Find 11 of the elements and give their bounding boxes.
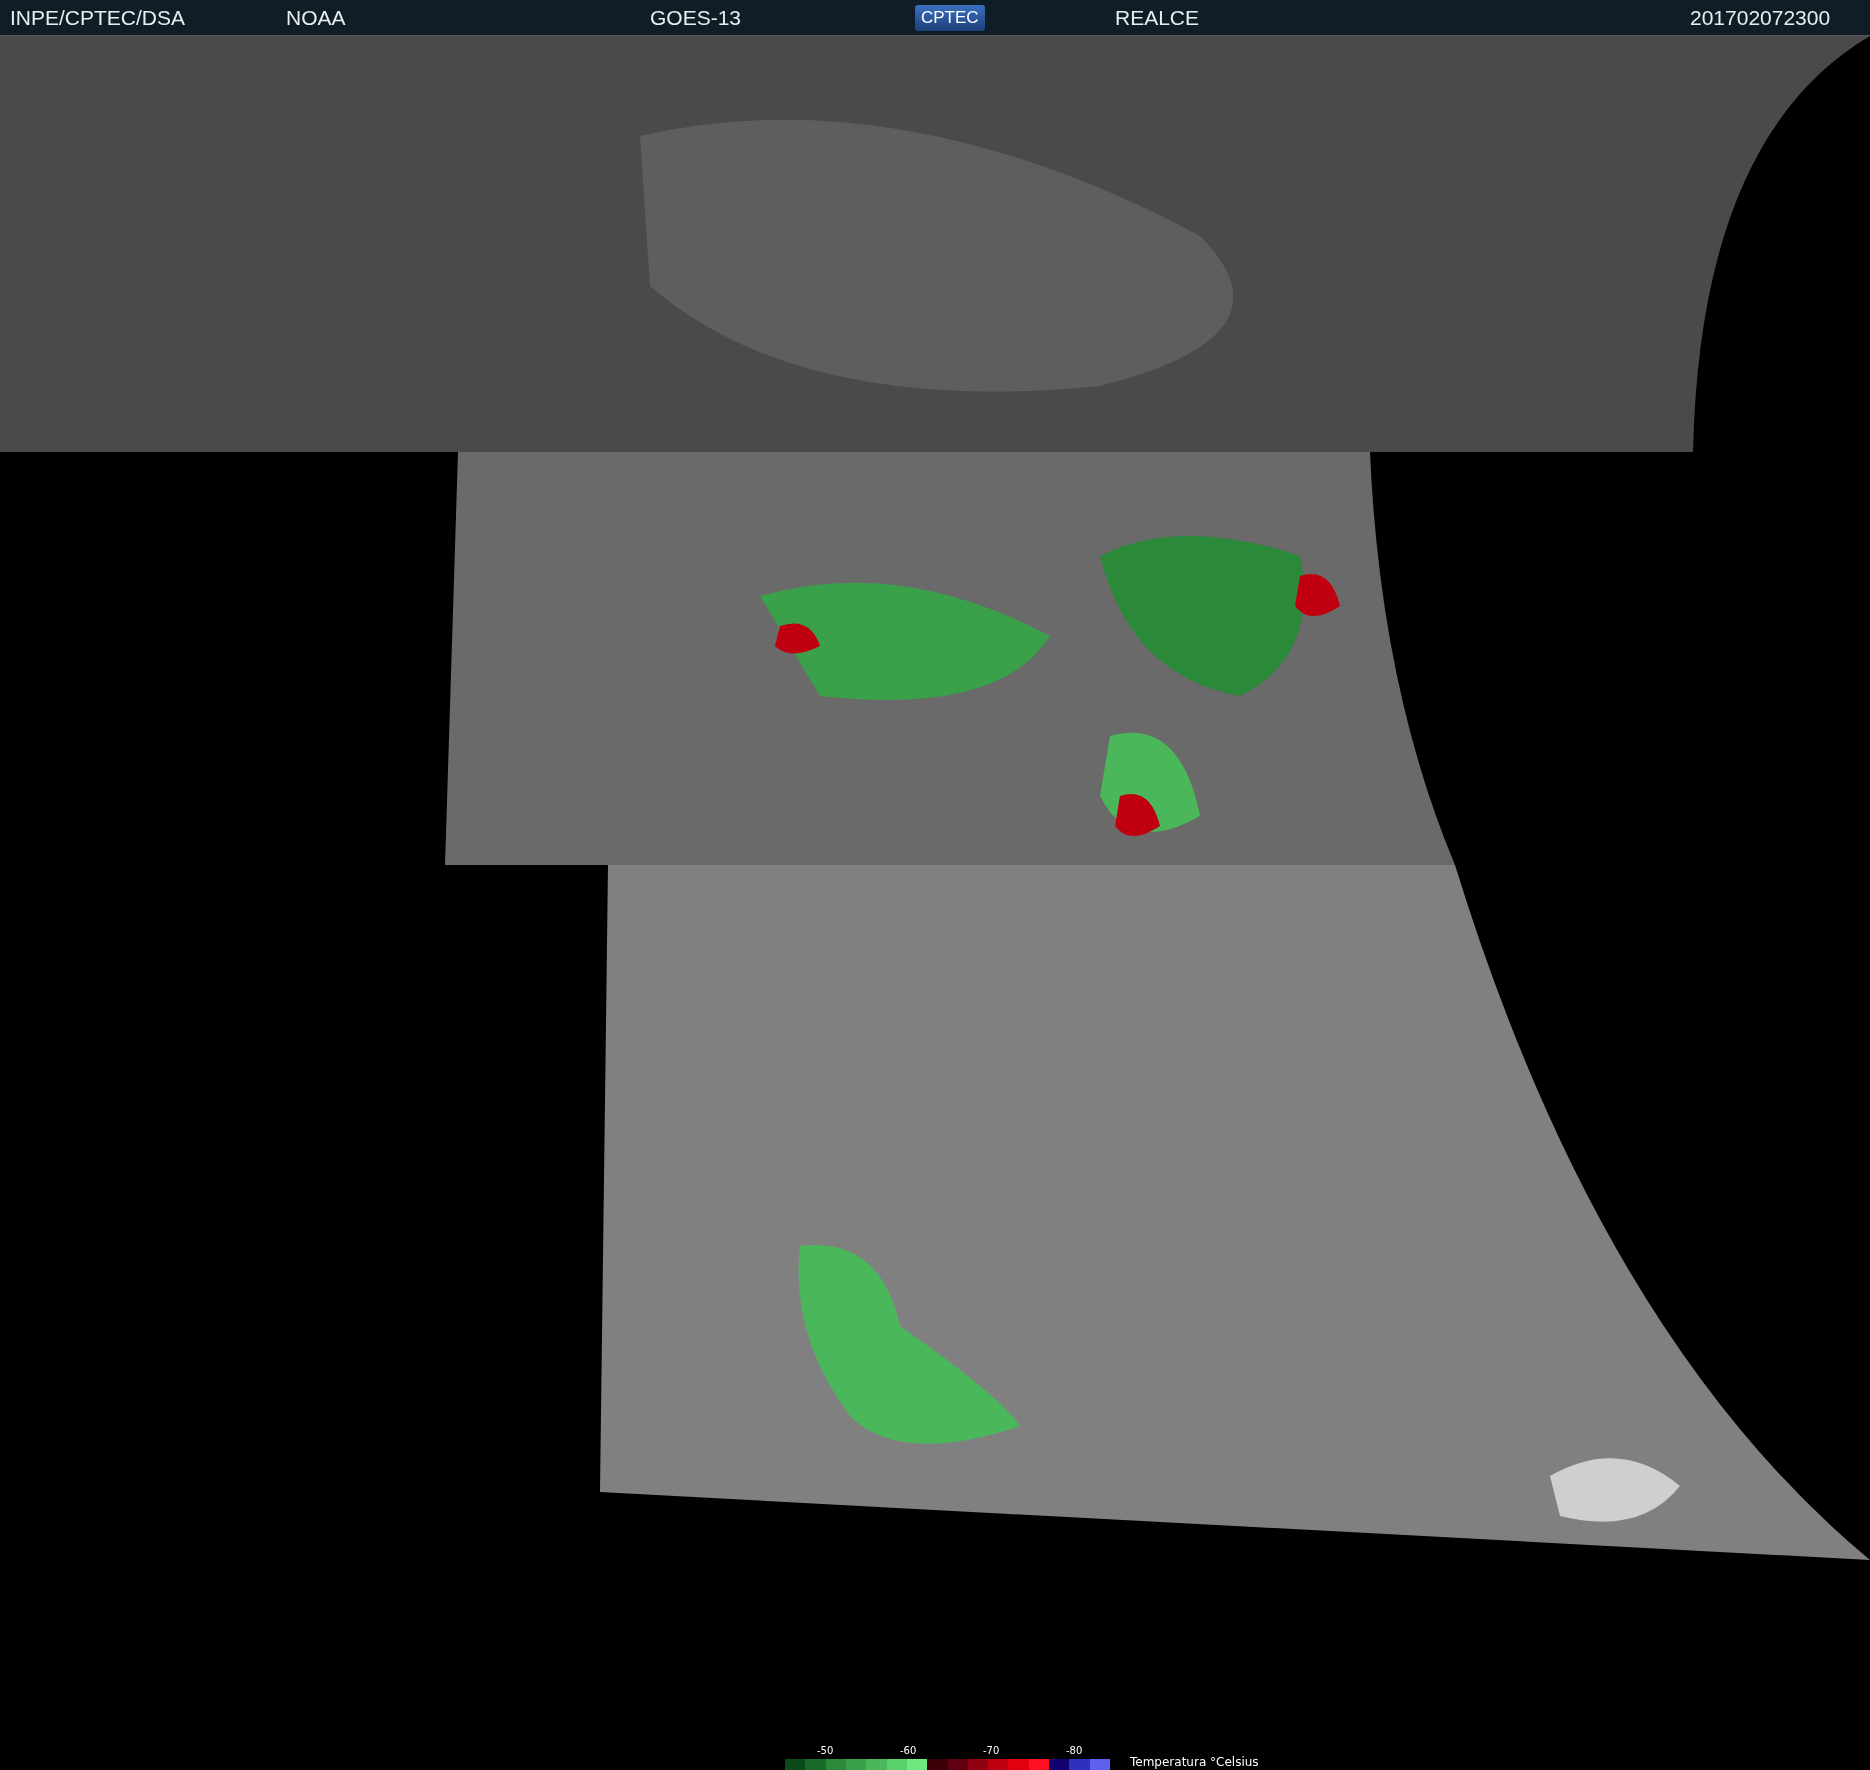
header-label: REALCE bbox=[1115, 5, 1200, 30]
logo: CPTEC bbox=[915, 4, 985, 31]
tick-label: -60 bbox=[900, 1745, 918, 1758]
header-label: NOAA bbox=[286, 5, 346, 30]
header-label: 201702072300 bbox=[1690, 5, 1831, 30]
header-label: INPE/CPTEC/DSA bbox=[10, 5, 186, 30]
header-label: GOES-13 bbox=[650, 5, 742, 30]
tick-label: -80 bbox=[1066, 1745, 1084, 1758]
legend-title: Temperatura °Celsius bbox=[1130, 1755, 1259, 1769]
tick-label: -50 bbox=[817, 1745, 835, 1758]
tick-label: -70 bbox=[983, 1745, 1001, 1758]
